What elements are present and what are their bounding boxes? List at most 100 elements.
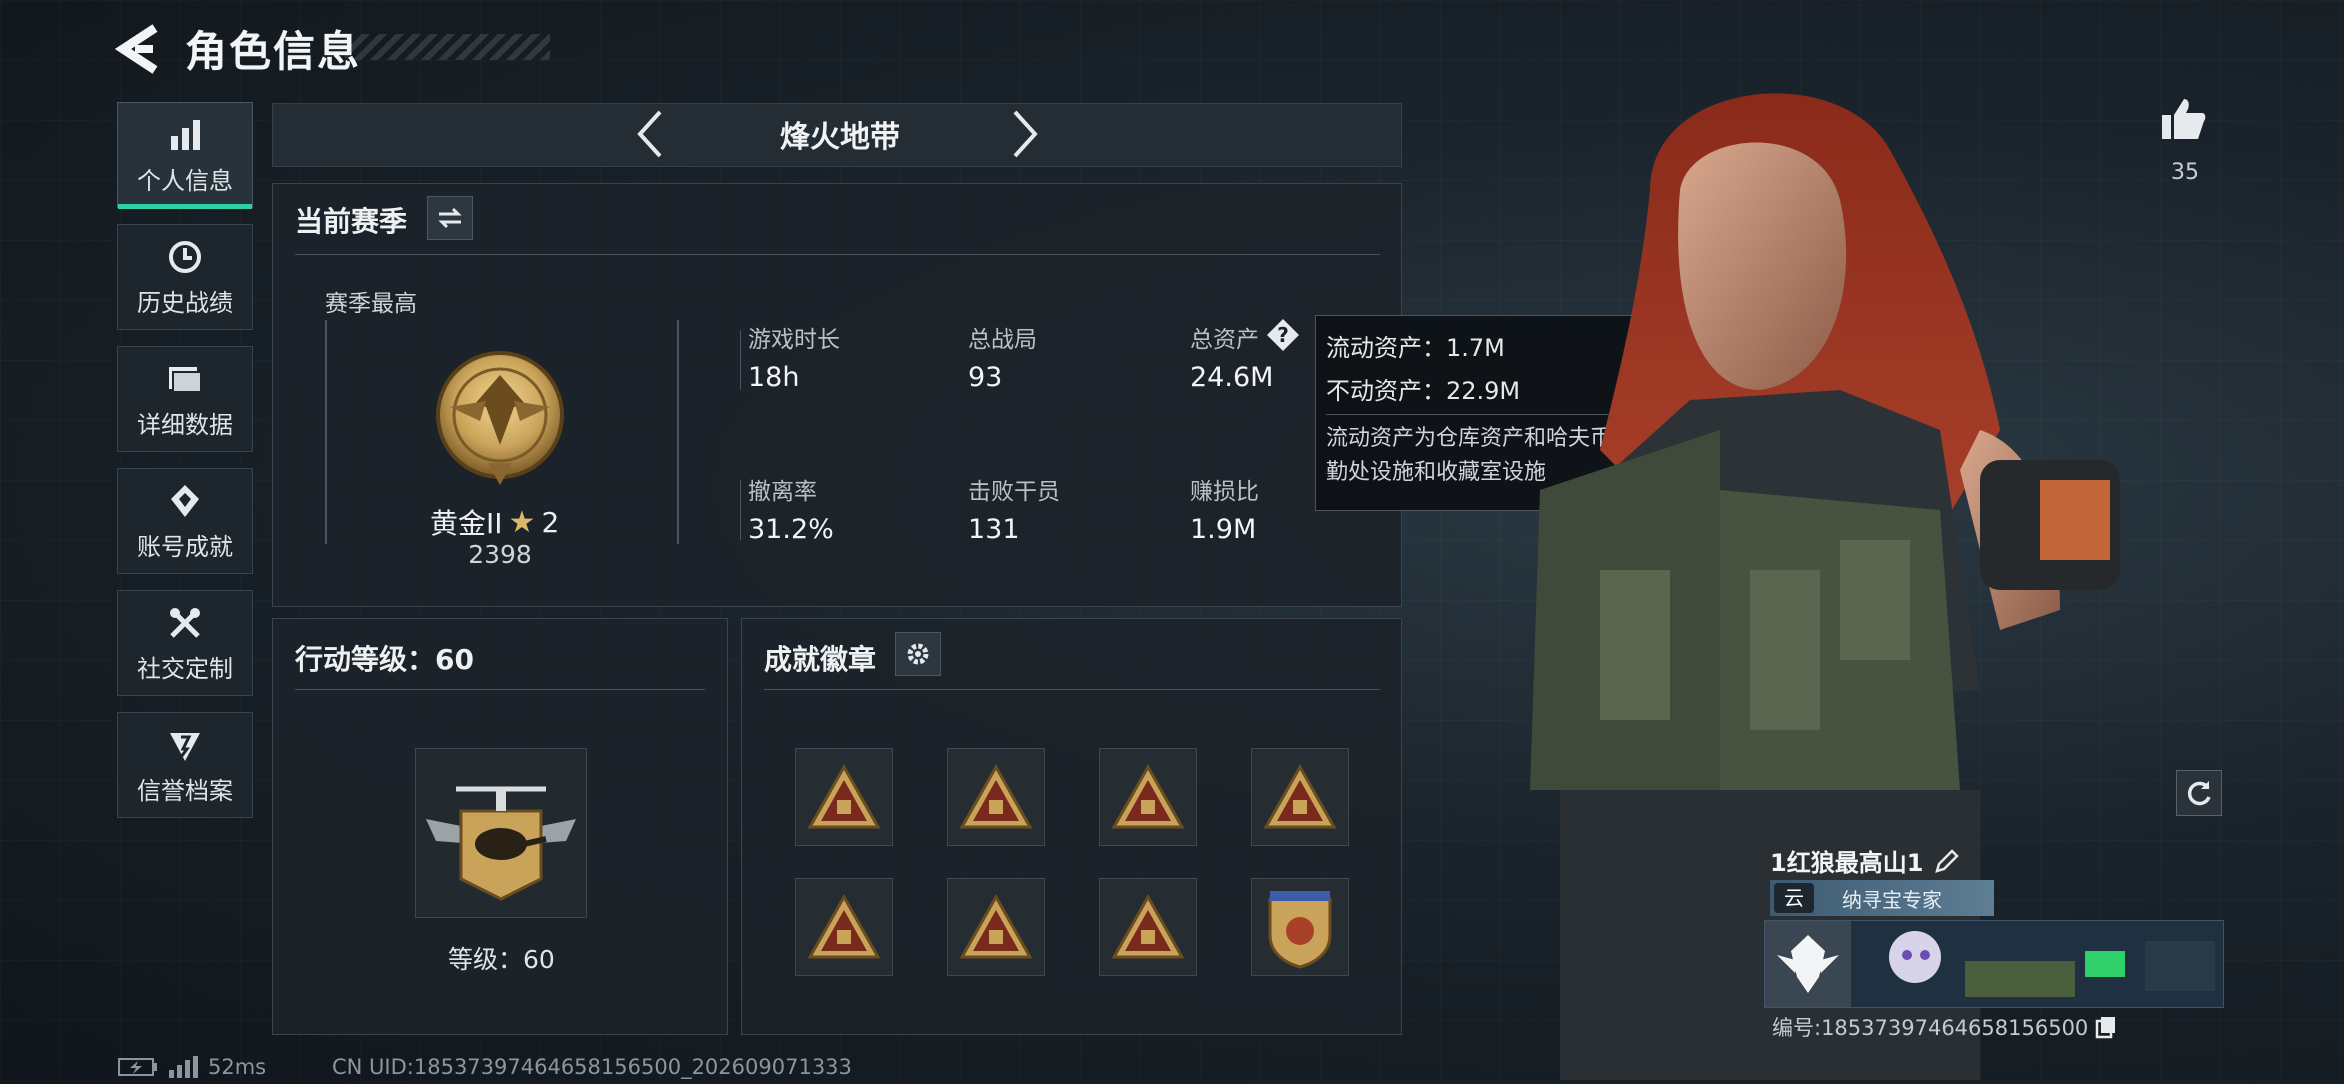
rank-score: 2398 [468, 540, 532, 569]
sidebar-item-label: 账号成就 [137, 532, 233, 561]
helicopter-emblem-icon [426, 786, 576, 901]
like-button[interactable] [2158, 95, 2208, 145]
battery-icon [118, 1058, 157, 1076]
stat-value-matches: 93 [968, 362, 1003, 393]
svg-text:?: ? [1277, 323, 1289, 347]
stat-separator [740, 480, 741, 540]
sidebar-item-label: 历史战绩 [137, 288, 233, 317]
sidebar-item-history[interactable]: 历史战绩 [117, 224, 253, 330]
badge-shield-icon [1268, 891, 1332, 969]
help-icon: ? [1267, 319, 1299, 351]
signal-icon [169, 1056, 198, 1078]
swap-icon [438, 207, 462, 229]
achievement-icon [165, 481, 205, 521]
achievement-badge[interactable] [1099, 878, 1197, 976]
stat-label-total-assets: 总资产 [1190, 327, 1259, 353]
title-decoration [345, 34, 550, 60]
sidebar-item-label: 社交定制 [137, 654, 233, 683]
level-title: 行动等级：60 [295, 643, 474, 676]
player-name-row: 1红狼最高山1 [1770, 843, 1961, 878]
mode-prev-button[interactable] [630, 108, 670, 160]
sidebar-item-detailed-data[interactable]: 详细数据 [117, 346, 253, 452]
level-label: 等级：60 [448, 945, 555, 974]
edit-name-button[interactable] [1933, 847, 1961, 875]
chevron-left-icon [637, 110, 662, 158]
level-divider [295, 689, 705, 690]
rank-stars: 2 [541, 505, 560, 539]
badge-triangle-icon [959, 894, 1033, 959]
rotate-view-button[interactable] [2176, 770, 2222, 816]
player-id: 编号:18537397464658156500 [1772, 1016, 2089, 1040]
season-best-label: 赛季最高 [325, 291, 417, 317]
player-banner[interactable] [1764, 920, 2224, 1008]
pencil-icon [1935, 848, 1960, 873]
like-count: 35 [2171, 160, 2199, 185]
badge-triangle-icon [1111, 894, 1185, 959]
stat-value-kills: 131 [968, 514, 1020, 545]
stat-label-matches: 总战局 [968, 327, 1037, 353]
copy-id-button[interactable] [2094, 1015, 2118, 1039]
badges-divider [764, 689, 1380, 690]
badge-triangle-icon [807, 764, 881, 829]
achievement-badge[interactable] [1251, 748, 1349, 846]
tools-icon [165, 603, 205, 643]
level-emblem-frame [415, 748, 587, 918]
achievement-badge[interactable] [947, 748, 1045, 846]
achievement-badge[interactable] [795, 748, 893, 846]
season-switch-button[interactable] [427, 196, 473, 240]
chevron-right-icon [1013, 110, 1038, 158]
sidebar-item-credit-record[interactable]: 信誉档案 [117, 712, 253, 818]
rank-name-row: 黄金II ★ 2 [430, 502, 559, 542]
gear-icon [907, 643, 929, 665]
assets-help-button[interactable]: ? [1266, 318, 1300, 352]
back-button[interactable] [114, 22, 165, 76]
sidebar-item-label: 详细数据 [137, 410, 233, 439]
thumbs-up-icon [2162, 99, 2206, 139]
title-badge-icon: 云 [1774, 883, 1814, 913]
page-title: 角色信息 [185, 27, 362, 76]
season-title: 当前赛季 [295, 205, 408, 238]
stat-label-profit-ratio: 赚损比 [1190, 479, 1259, 505]
season-divider [295, 254, 1380, 255]
achievement-badge[interactable] [947, 878, 1045, 976]
stat-label-extract-rate: 撤离率 [748, 479, 817, 505]
mode-title: 烽火地带 [780, 120, 900, 155]
rank-name: 黄金II [430, 507, 503, 540]
account-uid: CN UID:18537397464658156500_202609071333 [332, 1055, 852, 1079]
sidebar-item-social-custom[interactable]: 社交定制 [117, 590, 253, 696]
player-title: 纳寻宝专家 [1842, 887, 1942, 912]
status-bar: 52ms [118, 1055, 266, 1079]
sidebar-item-label: 个人信息 [137, 166, 233, 195]
ping-value: 52ms [208, 1055, 267, 1079]
player-name: 1红狼最高山1 [1770, 849, 1924, 877]
badges-title: 成就徽章 [764, 643, 877, 676]
credit-shield-icon [165, 725, 205, 765]
stat-value-profit-ratio: 1.9M [1190, 514, 1257, 545]
badge-triangle-icon [1111, 764, 1185, 829]
sidebar-item-personal-info[interactable]: 个人信息 [117, 102, 253, 209]
stat-value-playtime: 18h [748, 362, 800, 393]
sidebar-item-label: 信誉档案 [137, 776, 233, 805]
back-arrow-icon [114, 24, 158, 74]
bar-chart-icon [165, 115, 205, 155]
folder-icon [165, 359, 205, 399]
rank-medal-icon [430, 345, 570, 495]
achievement-badge[interactable] [795, 878, 893, 976]
badge-triangle-icon [1263, 764, 1337, 829]
banner-art-icon [1765, 921, 2215, 1007]
stat-separator [740, 330, 741, 390]
badge-triangle-icon [807, 894, 881, 959]
stat-value-total-assets: 24.6M [1190, 362, 1274, 393]
achievement-badge[interactable] [1099, 748, 1197, 846]
refresh-icon [2187, 781, 2211, 806]
history-clock-icon [165, 237, 205, 277]
copy-icon [2096, 1017, 2116, 1039]
player-title-tag: 云 纳寻宝专家 [1770, 880, 1994, 916]
badges-settings-button[interactable] [895, 632, 941, 676]
stat-label-kills: 击败干员 [968, 479, 1060, 505]
mode-next-button[interactable] [1005, 108, 1045, 160]
star-icon: ★ [508, 504, 536, 540]
sidebar-item-achievements[interactable]: 账号成就 [117, 468, 253, 574]
stat-value-extract-rate: 31.2% [748, 514, 834, 545]
achievement-badge[interactable] [1251, 878, 1349, 976]
